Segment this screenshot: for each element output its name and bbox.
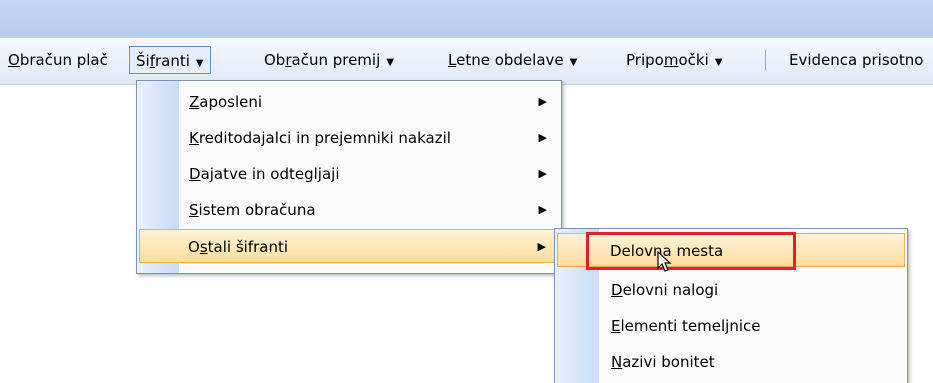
menu-item-label: Nazivi bonitet [611, 353, 715, 371]
menu-item-dajatve[interactable]: Dajatve in odtegljaji ▶ [139, 157, 559, 191]
menu-item-label: Ostali šifranti [188, 238, 288, 256]
chevron-down-icon: ▼ [195, 58, 204, 69]
menu-item-zaposleni[interactable]: Zaposleni ▶ [139, 85, 559, 119]
chevron-right-icon: ▶ [538, 167, 547, 180]
menu-letne-obdelave[interactable]: Letne obdelave ▼ [442, 46, 583, 74]
menu-item-kreditodajalci[interactable]: Kreditodajalci in prejemniki nakazil ▶ [139, 121, 559, 155]
menu-item-nazivi-bonitet[interactable]: Nazivi bonitet [557, 345, 905, 379]
menu-evidenca-prisotnosti[interactable]: Evidenca prisotno [783, 46, 929, 74]
menu-item-label: Elementi temeljnice [611, 317, 761, 335]
menu-sifranti[interactable]: Šifranti ▼ [129, 46, 211, 74]
menu-item-label: Dajatve in odtegljaji [189, 165, 340, 183]
menu-item-label: Kreditodajalci in prejemniki nakazil [189, 129, 451, 147]
menu-obracun-premij[interactable]: Obračun premij ▼ [258, 46, 400, 74]
menu-item-elementi-temeljnice[interactable]: Elementi temeljnice [557, 309, 905, 343]
menu-label: Pripomočki [626, 51, 709, 69]
chevron-down-icon: ▼ [386, 57, 394, 68]
main-menubar: Obračun plač Šifranti ▼ Obračun premij ▼ L… [0, 38, 933, 85]
highlight-callout-box [586, 232, 796, 270]
mouse-cursor-icon [657, 251, 672, 272]
menu-item-ostali-sifranti[interactable]: Ostali šifranti ▶ [139, 229, 559, 263]
menu-item-label: Zaposleni [189, 93, 263, 111]
chevron-right-icon: ▶ [538, 203, 547, 216]
chevron-right-icon: ▶ [537, 240, 546, 253]
menu-item-label: Delovni nalogi [611, 281, 719, 299]
menu-label: Obračun plač [8, 51, 108, 69]
menu-separator [765, 50, 766, 70]
window-title-bar [0, 0, 933, 38]
chevron-right-icon: ▶ [538, 131, 547, 144]
menu-label: Obračun premij [264, 51, 381, 69]
menu-pripomocki[interactable]: Pripomočki ▼ [620, 46, 728, 74]
menu-label: Evidenca prisotno [789, 51, 924, 69]
menu-obracun-plac[interactable]: Obračun plač [2, 46, 114, 74]
menu-label: Letne obdelave [448, 51, 564, 69]
menu-item-delovni-nalogi[interactable]: Delovni nalogi [557, 273, 905, 307]
chevron-right-icon: ▶ [538, 95, 547, 108]
chevron-down-icon: ▼ [569, 57, 578, 68]
menu-label: Šifranti [136, 52, 190, 70]
menu-item-label: Sistem obračuna [189, 201, 316, 219]
menu-item-sistem-obracuna[interactable]: Sistem obračuna ▶ [139, 193, 559, 227]
chevron-down-icon: ▼ [714, 57, 723, 68]
sifranti-dropdown: Zaposleni ▶ Kreditodajalci in prejemniki… [136, 80, 562, 274]
